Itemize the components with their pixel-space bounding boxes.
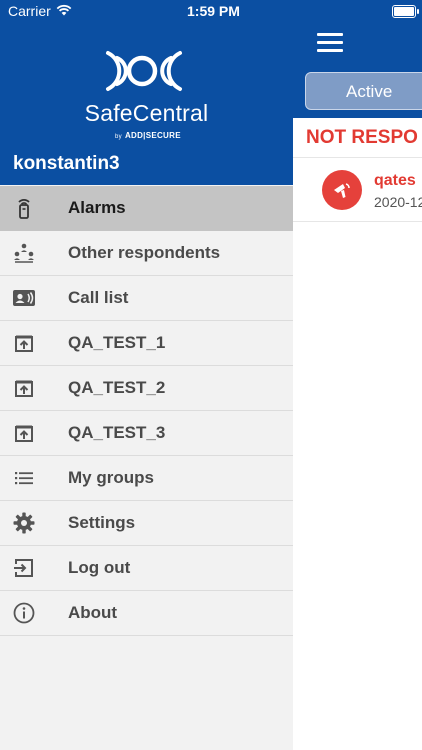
username: konstantin3 (13, 153, 120, 174)
hamburger-bar (317, 41, 343, 44)
menu-item-label: Log out (68, 558, 131, 577)
tab-active[interactable]: Active (305, 72, 422, 110)
tray-upload-icon (12, 331, 36, 355)
section-title: NOT RESPO (306, 127, 418, 148)
menu-item-qa-test-2[interactable]: QA_TEST_2 (0, 366, 293, 411)
menu-item-qa-test-3[interactable]: QA_TEST_3 (0, 411, 293, 456)
logo-company: ADD|SECURE (124, 131, 181, 140)
alarm-date: 2020-12 (374, 194, 422, 210)
wifi-icon (56, 4, 72, 16)
menu-item-label: Settings (68, 513, 136, 532)
safecentral-logo-icon (106, 51, 182, 91)
menu-item-label: QA_TEST_1 (68, 333, 166, 352)
menu-item-label: Alarms (68, 198, 126, 217)
menu-item-log-out[interactable]: Log out (0, 546, 293, 591)
logo-by: by (115, 134, 122, 140)
alarm-list-item[interactable]: qates 2020-12 (293, 158, 422, 222)
menu-item-label: About (68, 603, 118, 622)
logo-subtext: by ADD|SECURE (115, 131, 181, 140)
status-bar: Carrier 1:59 PM (0, 0, 422, 24)
tray-upload-icon (12, 376, 36, 400)
alarm-name: qates (374, 172, 416, 189)
battery-icon (392, 5, 419, 18)
alarm-transmitter-icon (12, 196, 36, 220)
drawer-header: SafeCentral by ADD|SECURE konstantin3 (0, 0, 293, 185)
logo-text: SafeCentral (84, 100, 209, 126)
alarm-siren-icon (322, 170, 362, 210)
menu-item-qa-test-1[interactable]: QA_TEST_1 (0, 321, 293, 366)
menu-toggle-button[interactable] (317, 33, 343, 53)
menu-item-label: Call list (68, 288, 129, 307)
drawer-menu: Alarms Other respondents Call list QA_TE… (0, 186, 293, 636)
menu-item-settings[interactable]: Settings (0, 501, 293, 546)
menu-item-about[interactable]: About (0, 591, 293, 636)
main-content: Active NOT RESPO qates 2020-12 (293, 0, 422, 750)
clock: 1:59 PM (187, 3, 240, 19)
menu-item-label: QA_TEST_2 (68, 378, 166, 397)
menu-item-my-groups[interactable]: My groups (0, 456, 293, 501)
info-icon (12, 601, 36, 625)
gear-icon (12, 511, 36, 535)
hamburger-bar (317, 49, 343, 52)
respondents-icon (12, 241, 36, 265)
menu-item-alarms[interactable]: Alarms (0, 186, 293, 231)
navigation-drawer: SafeCentral by ADD|SECURE konstantin3 Ala… (0, 0, 293, 750)
hamburger-bar (317, 33, 343, 36)
menu-item-label: My groups (68, 468, 154, 487)
menu-item-call-list[interactable]: Call list (0, 276, 293, 321)
carrier-label: Carrier (8, 3, 51, 19)
menu-item-label: Other respondents (68, 243, 221, 262)
tray-upload-icon (12, 421, 36, 445)
menu-item-other-respondents[interactable]: Other respondents (0, 231, 293, 276)
logout-icon (12, 556, 36, 580)
menu-item-label: QA_TEST_3 (68, 423, 166, 442)
list-icon (12, 466, 36, 490)
contact-card-icon (12, 286, 36, 310)
